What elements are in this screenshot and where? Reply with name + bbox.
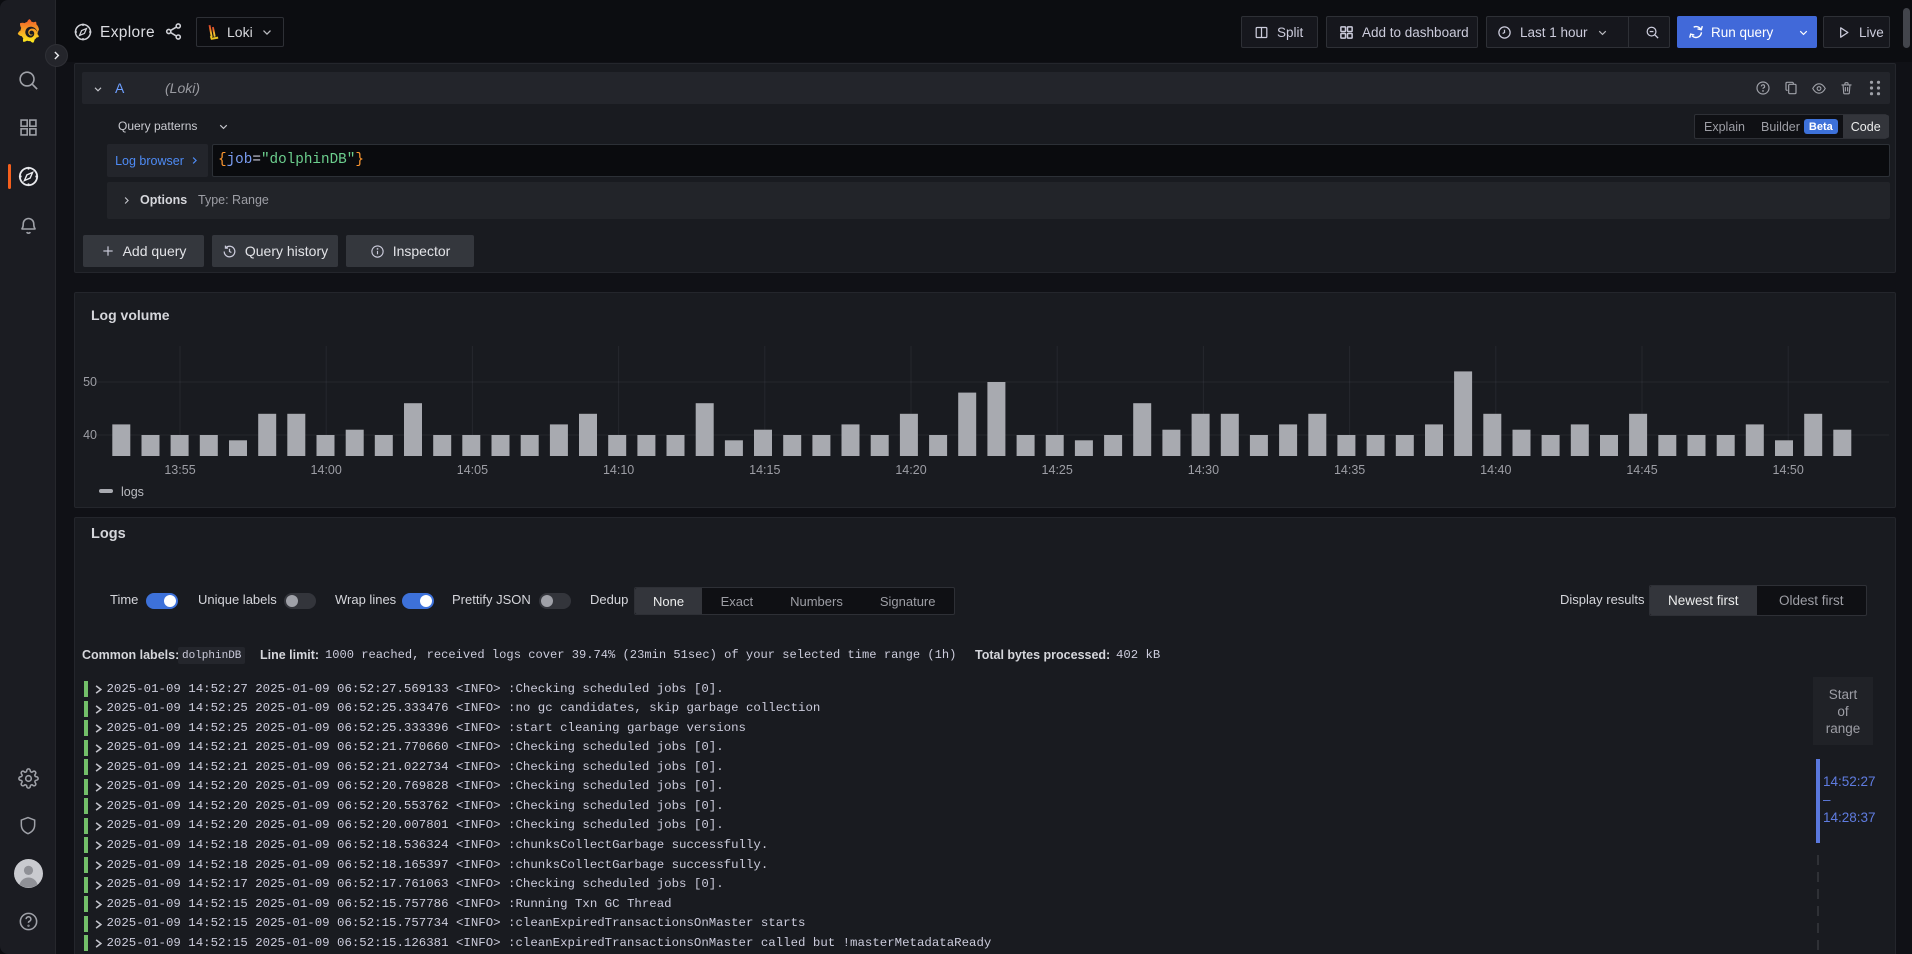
- svg-text:logs: logs: [121, 485, 144, 499]
- svg-text:50: 50: [83, 375, 97, 389]
- svg-text:14:20: 14:20: [895, 463, 926, 477]
- svg-text:14:50: 14:50: [1773, 463, 1804, 477]
- svg-text:14:00: 14:00: [311, 463, 342, 477]
- svg-text:14:15: 14:15: [749, 463, 780, 477]
- svg-text:13:55: 13:55: [164, 463, 195, 477]
- svg-text:40: 40: [83, 428, 97, 442]
- svg-text:14:30: 14:30: [1188, 463, 1219, 477]
- svg-text:14:05: 14:05: [457, 463, 488, 477]
- svg-text:14:35: 14:35: [1334, 463, 1365, 477]
- svg-text:14:25: 14:25: [1042, 463, 1073, 477]
- svg-text:14:40: 14:40: [1480, 463, 1511, 477]
- svg-text:14:10: 14:10: [603, 463, 634, 477]
- svg-text:14:45: 14:45: [1626, 463, 1657, 477]
